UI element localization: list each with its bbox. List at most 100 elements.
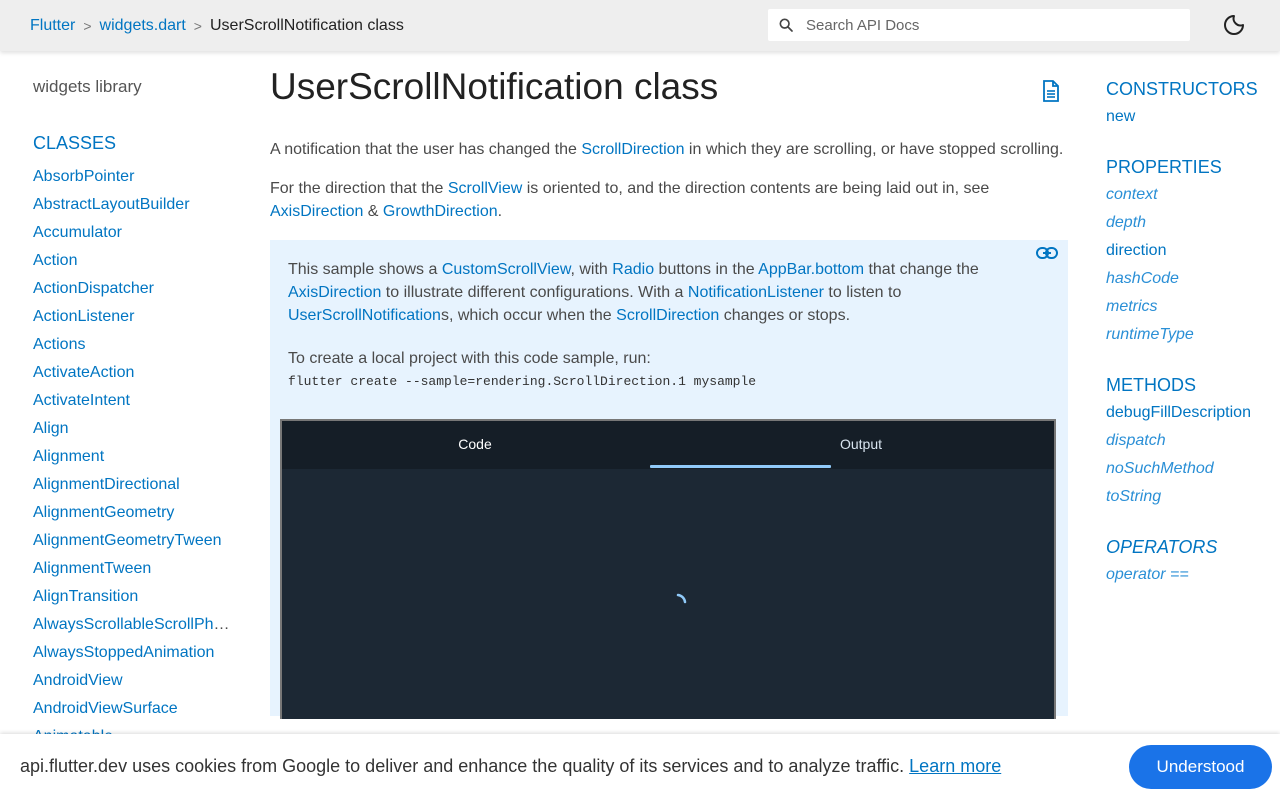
classes-section-title[interactable]: CLASSES bbox=[33, 133, 233, 157]
member-item: dispatch bbox=[1106, 427, 1280, 455]
sidebar-class-item: AlwaysStoppedAnimation bbox=[33, 639, 231, 667]
dartpad-embed[interactable]: Code Output bbox=[280, 419, 1056, 719]
text: A notification that the user has changed… bbox=[270, 141, 582, 158]
top-header: Flutter > widgets.dart > UserScrollNotif… bbox=[0, 0, 1280, 51]
breadcrumb-widgets-dart[interactable]: widgets.dart bbox=[100, 17, 186, 35]
tab-output[interactable]: Output bbox=[668, 421, 1054, 469]
link-scroll-view[interactable]: ScrollView bbox=[448, 180, 522, 197]
class-link[interactable]: AlignmentTween bbox=[33, 560, 151, 577]
link-axis-direction-2[interactable]: AxisDirection bbox=[288, 284, 381, 301]
link-icon bbox=[1036, 247, 1058, 259]
class-link[interactable]: AlignmentGeometryTween bbox=[33, 532, 222, 549]
run-instruction: To create a local project with this code… bbox=[288, 350, 651, 367]
class-link[interactable]: Align bbox=[33, 420, 69, 437]
cookie-text: api.flutter.dev uses cookies from Google… bbox=[20, 756, 910, 776]
class-link[interactable]: Alignment bbox=[33, 448, 104, 465]
operators-group: OPERATORS operator == bbox=[1106, 533, 1280, 589]
member-item: hashCode bbox=[1106, 265, 1280, 293]
theme-toggle-button[interactable] bbox=[1222, 13, 1246, 37]
loading-spinner-icon bbox=[676, 593, 687, 604]
link-scroll-direction[interactable]: ScrollDirection bbox=[581, 141, 684, 158]
breadcrumb-flutter[interactable]: Flutter bbox=[30, 17, 75, 35]
class-link[interactable]: ActivateIntent bbox=[33, 392, 130, 409]
search-icon bbox=[779, 18, 793, 32]
member-link[interactable]: dispatch bbox=[1106, 432, 1166, 449]
text: This sample shows a bbox=[288, 261, 442, 278]
sidebar-class-item: ActivateIntent bbox=[33, 387, 231, 415]
member-link[interactable]: runtimeType bbox=[1106, 326, 1194, 343]
breadcrumb-current: UserScrollNotification class bbox=[209, 16, 404, 34]
link-custom-scroll-view[interactable]: CustomScrollView bbox=[442, 261, 571, 278]
sidebar-class-item: AbsorbPointer bbox=[33, 163, 231, 191]
create-command[interactable]: flutter create --sample=rendering.Scroll… bbox=[288, 374, 1050, 389]
class-link[interactable]: ActionListener bbox=[33, 308, 134, 325]
code-sample-box: This sample shows a CustomScrollView, wi… bbox=[270, 240, 1068, 719]
link-axis-direction[interactable]: AxisDirection bbox=[270, 203, 363, 220]
sample-description: This sample shows a CustomScrollView, wi… bbox=[288, 258, 1050, 327]
text: For the direction that the bbox=[270, 180, 448, 197]
class-link[interactable]: AndroidView bbox=[33, 672, 123, 689]
text: to illustrate different configurations. … bbox=[381, 284, 688, 301]
link-user-scroll-notification[interactable]: UserScrollNotification bbox=[288, 307, 441, 324]
link-appbar-bottom[interactable]: AppBar.bottom bbox=[758, 261, 864, 278]
member-item: depth bbox=[1106, 209, 1280, 237]
member-link[interactable]: metrics bbox=[1106, 298, 1158, 315]
operators-list: operator == bbox=[1106, 561, 1280, 589]
methods-group: METHODS debugFillDescription dispatch noSu… bbox=[1106, 371, 1280, 511]
search-box[interactable] bbox=[768, 9, 1190, 41]
member-link[interactable]: new bbox=[1106, 108, 1135, 125]
link-notification-listener[interactable]: NotificationListener bbox=[688, 284, 824, 301]
class-link[interactable]: AlignmentDirectional bbox=[33, 476, 180, 493]
member-link[interactable]: noSuchMethod bbox=[1106, 460, 1214, 477]
link-radio[interactable]: Radio bbox=[612, 261, 654, 278]
sidebar-class-item: ActivateAction bbox=[33, 359, 231, 387]
class-link[interactable]: AlignmentGeometry bbox=[33, 504, 174, 521]
class-link[interactable]: Actions bbox=[33, 336, 85, 353]
copy-link-button[interactable] bbox=[1036, 246, 1058, 265]
member-link[interactable]: depth bbox=[1106, 214, 1146, 231]
class-link[interactable]: AbsorbPointer bbox=[33, 168, 134, 185]
methods-section-title[interactable]: METHODS bbox=[1106, 371, 1280, 399]
class-link[interactable]: Accumulator bbox=[33, 224, 122, 241]
link-growth-direction[interactable]: GrowthDirection bbox=[383, 203, 498, 220]
sidebar-class-item: Alignment bbox=[33, 443, 231, 471]
class-link[interactable]: AlignTransition bbox=[33, 588, 138, 605]
library-name: widgets library bbox=[33, 77, 142, 96]
constructors-list: new bbox=[1106, 103, 1280, 131]
view-source-button[interactable] bbox=[1042, 80, 1060, 107]
class-link[interactable]: ActionDispatcher bbox=[33, 280, 154, 297]
member-link[interactable]: toString bbox=[1106, 488, 1161, 505]
member-link[interactable]: context bbox=[1106, 186, 1158, 203]
class-link[interactable]: ActivateAction bbox=[33, 364, 134, 381]
understood-button[interactable]: Understood bbox=[1129, 745, 1272, 789]
learn-more-link[interactable]: Learn more bbox=[909, 756, 1001, 776]
member-item: new bbox=[1106, 103, 1280, 131]
page-title: UserScrollNotification class bbox=[270, 66, 719, 107]
member-item: noSuchMethod bbox=[1106, 455, 1280, 483]
tab-code[interactable]: Code bbox=[282, 421, 668, 469]
sidebar-class-item: AlignmentTween bbox=[33, 555, 231, 583]
member-item: operator == bbox=[1106, 561, 1280, 589]
operators-section-title[interactable]: OPERATORS bbox=[1106, 533, 1280, 561]
class-link[interactable]: AlwaysStoppedAnimation bbox=[33, 644, 214, 661]
search-input[interactable] bbox=[806, 16, 1166, 34]
member-item: direction bbox=[1106, 237, 1280, 265]
member-link[interactable]: operator == bbox=[1106, 566, 1189, 583]
text: , with bbox=[570, 261, 613, 278]
member-link[interactable]: direction bbox=[1106, 242, 1166, 259]
class-link[interactable]: AbstractLayoutBuilder bbox=[33, 196, 190, 213]
class-link[interactable]: Action bbox=[33, 252, 77, 269]
member-link[interactable]: debugFillDescription bbox=[1106, 404, 1251, 421]
class-link[interactable]: AlwaysScrollableScrollPhysics bbox=[33, 616, 231, 633]
text: to listen to bbox=[823, 284, 902, 301]
constructors-section-title[interactable]: CONSTRUCTORS bbox=[1106, 75, 1280, 103]
link-scroll-direction-2[interactable]: ScrollDirection bbox=[616, 307, 719, 324]
class-link[interactable]: AndroidViewSurface bbox=[33, 700, 178, 717]
text: in which they are scrolling, or have sto… bbox=[684, 141, 1064, 158]
text: buttons in the bbox=[654, 261, 759, 278]
member-item: debugFillDescription bbox=[1106, 399, 1280, 427]
properties-section-title[interactable]: PROPERTIES bbox=[1106, 153, 1280, 181]
document-icon bbox=[1043, 80, 1059, 102]
classes-list: AbsorbPointer AbstractLayoutBuilder Accumu… bbox=[33, 163, 233, 751]
member-link[interactable]: hashCode bbox=[1106, 270, 1179, 287]
